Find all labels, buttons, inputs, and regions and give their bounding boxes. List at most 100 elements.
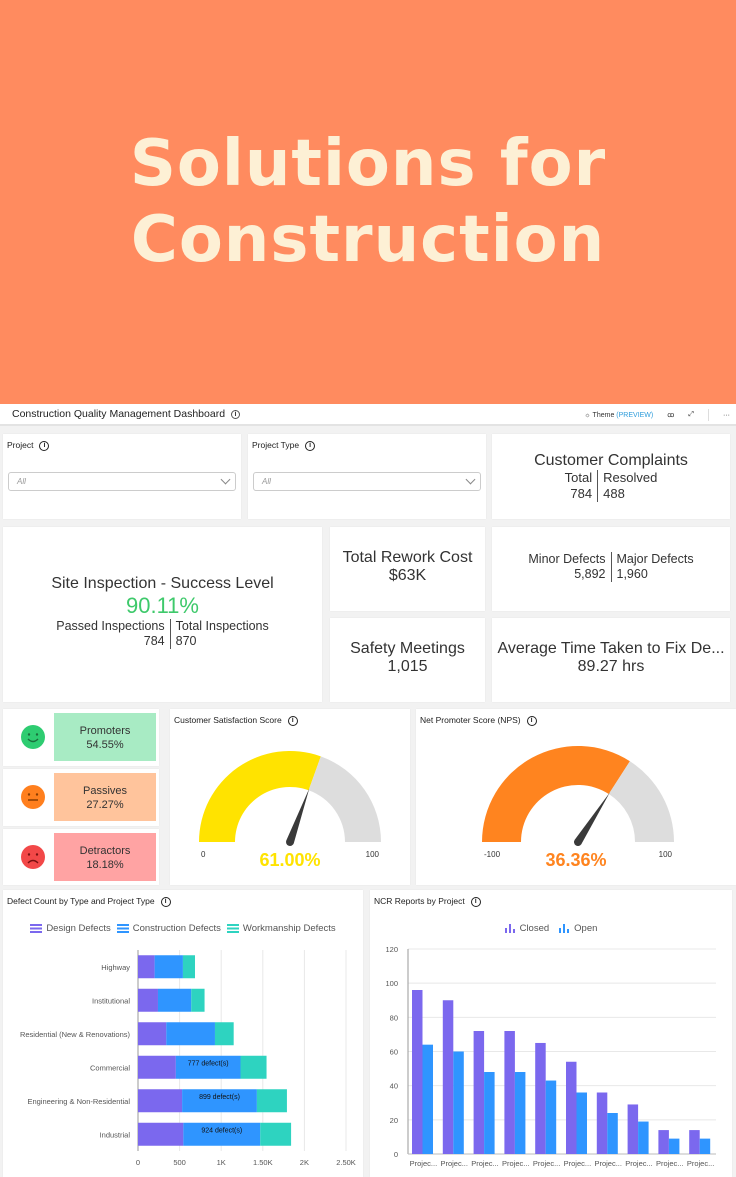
filter-label: Project [7,440,34,450]
x-tick-label: Projec... [625,1159,653,1168]
kpi-label: Total [564,470,593,485]
x-tick-label: 0 [136,1158,140,1167]
bar-segment [138,955,155,979]
passives-box: Passives 27.27% [54,773,156,821]
gauge-remaining-arc [308,756,381,842]
kpi-value: 784 [143,634,165,648]
kpi-value: 784 [570,486,593,501]
bar-segment [182,955,195,979]
kpi-title: Safety Meetings [350,640,465,657]
defect-count-chart-card: Defect Count by Type and Project Type i D… [3,890,363,1177]
y-tick-label: 60 [390,1048,398,1057]
kpi-title: Site Inspection - Success Level [51,575,274,592]
column-bar [638,1121,649,1154]
bar-segment [240,1055,267,1079]
more-icon[interactable]: ··· [723,412,730,419]
y-tick-label: Industrial [100,1130,131,1139]
gauge-value: 61.00% [259,850,321,870]
bar-segment [260,1122,292,1146]
project-dropdown[interactable]: All [8,472,236,491]
dashboard-header: Construction Quality Management Dashboar… [0,404,736,426]
promoters-box: Promoters 54.55% [54,713,156,761]
kpi-value: 1,015 [387,658,428,675]
csat-gauge-card: Customer Satisfaction Score i 0 100 61.00% [170,709,410,885]
x-tick-label: Projec... [533,1159,561,1168]
kpi-title: Average Time Taken to Fix De... [497,640,725,657]
site-inspection-card: Site Inspection - Success Level 90.11% P… [3,527,322,702]
column-bar [668,1138,680,1154]
nps-label: Detractors [79,845,131,857]
info-icon[interactable]: i [39,440,50,451]
bar-segment [166,1022,215,1046]
kpi-value: 5,892 [574,567,606,581]
bar-segment [183,1122,261,1146]
gauge-needle [286,788,310,846]
x-tick-label: Projec... [410,1159,438,1168]
project-type-dropdown[interactable]: All [253,472,481,491]
gauge-value-arc [199,751,321,842]
glasses-icon[interactable]: ꝏ [667,411,674,419]
gauge-needle [574,792,610,846]
dashboard-title: Construction Quality Management Dashboar… [12,408,226,420]
kpi-label: Passed Inspections [56,619,165,633]
promoters-card: Promoters 54.55% [3,709,159,766]
x-tick-label: Projec... [687,1159,715,1168]
kpi-value: 89.27 hrs [577,658,645,675]
y-tick-label: 40 [390,1082,398,1091]
y-tick-label: Residential (New & Renovations) [20,1030,131,1039]
data-label: 924 defect(s) [201,1127,242,1134]
gauge-value: 36.36% [545,850,607,870]
bar-segment [182,1089,257,1113]
column-bar [535,1042,546,1154]
kpi-value: 870 [175,634,197,648]
column-bar [422,1044,433,1154]
detractors-card: Detractors 18.18% [3,829,159,885]
neutral-face-icon [21,785,45,809]
x-tick-label: Projec... [656,1159,684,1168]
column-bar [453,1051,464,1154]
hero-title: Solutions for Construction [130,126,606,278]
info-icon[interactable]: i [231,409,241,419]
hero-banner: Solutions for Construction [0,0,736,404]
dropdown-value: All [17,477,26,486]
y-tick-label: 100 [385,979,398,988]
expand-icon[interactable]: ⤢ [688,411,694,419]
x-tick-label: Projec... [502,1159,530,1168]
x-tick-label: Projec... [594,1159,622,1168]
bar-segment [214,1022,234,1046]
column-bar [699,1138,711,1154]
nps-gauge-card: Net Promoter Score (NPS) i -100 100 36.36% [416,709,736,885]
customer-complaints-card: Customer Complaints Total 784 Resolved 488 [492,434,730,519]
column-bar [545,1080,557,1154]
column-bar [473,1031,485,1154]
bar-segment [191,988,205,1012]
nps-value: 54.55% [86,739,124,751]
kpi-value: 488 [603,486,625,501]
kpi-label: Total Inspections [175,619,269,633]
sad-face-icon [21,845,45,869]
filter-label: Project Type [252,440,300,450]
column-bar [566,1061,577,1154]
rework-cost-card: Total Rework Cost $63K [330,527,485,611]
x-tick-label: Projec... [564,1159,592,1168]
bar-segment [175,1055,241,1079]
info-icon[interactable]: i [305,440,316,451]
kpi-label: Resolved [603,470,658,485]
gauge-value-arc [482,746,630,842]
bar-segment [138,1055,176,1079]
column-bar [576,1092,587,1154]
x-tick-label: 2K [300,1158,309,1167]
ncr-reports-chart-card: NCR Reports by Project i Closed Open 0 20 4… [370,890,732,1177]
y-tick-label: Commercial [90,1063,130,1072]
success-percentage: 90.11% [126,593,199,618]
bar-segment [157,988,192,1012]
bar-segment [138,988,158,1012]
kpi-title: Total Rework Cost [342,549,473,566]
theme-button[interactable]: ☼ Theme (PREVIEW) [584,412,653,419]
column-bar [412,990,423,1154]
data-label: 899 defect(s) [199,1094,240,1101]
bar-segment [138,1122,184,1146]
column-bar [442,1000,454,1154]
passives-card: Passives 27.27% [3,769,159,826]
kpi-value: $63K [388,567,427,584]
